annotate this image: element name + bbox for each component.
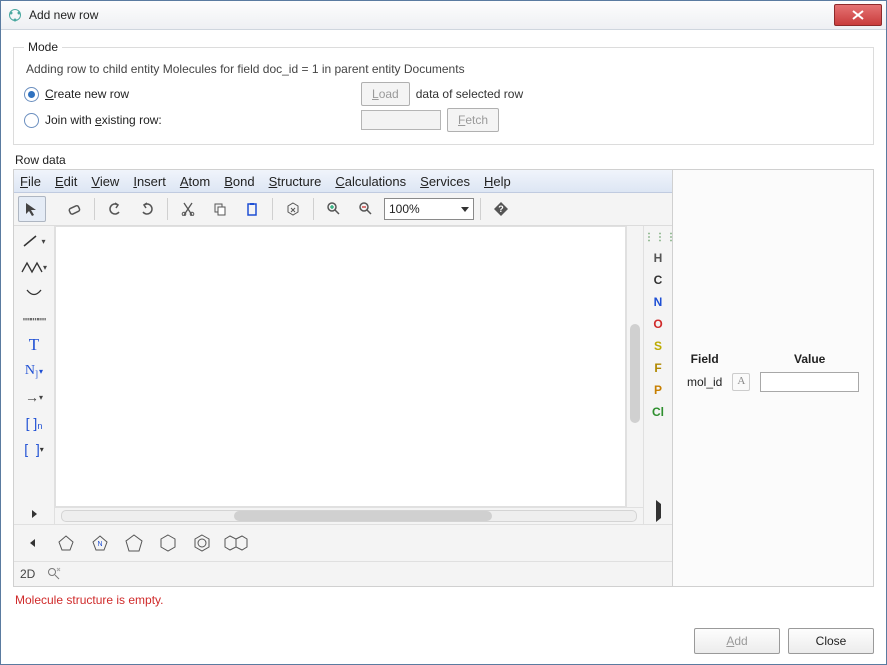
- toolbar: 100% ?: [14, 193, 672, 226]
- svg-text:?: ?: [498, 204, 504, 214]
- client-area: Mode Adding row to child entity Molecule…: [1, 30, 886, 664]
- element-expand-icon[interactable]: [644, 504, 672, 518]
- cyclopentane-shape[interactable]: [54, 531, 78, 555]
- shape-bar: N: [14, 524, 672, 561]
- menu-atom[interactable]: Atom: [180, 174, 210, 189]
- add-button[interactable]: Add: [694, 628, 780, 654]
- canvas-area: [55, 226, 643, 524]
- menu-insert[interactable]: Insert: [133, 174, 166, 189]
- menu-help[interactable]: Help: [484, 174, 511, 189]
- arrow-tool[interactable]: → ▾: [19, 386, 49, 408]
- clean-tool[interactable]: [279, 196, 307, 222]
- menubar: File Edit View Insert Atom Bond Structur…: [14, 170, 672, 193]
- editor-body: ▾ ▾ ┉┉┉ T N]▾ → ▾ [ ]n [ ] ▾: [14, 226, 672, 524]
- bond-single-tool[interactable]: ▾: [19, 230, 49, 252]
- copy-button[interactable]: [206, 196, 234, 222]
- element-P[interactable]: P: [644, 383, 672, 397]
- mol-id-input[interactable]: [760, 372, 859, 392]
- select-tool[interactable]: [18, 196, 46, 222]
- cut-button[interactable]: [174, 196, 202, 222]
- status-2d: 2D: [20, 567, 35, 581]
- close-button[interactable]: Close: [788, 628, 874, 654]
- element-F[interactable]: F: [644, 361, 672, 375]
- menu-edit[interactable]: Edit: [55, 174, 77, 189]
- left-palette: ▾ ▾ ┉┉┉ T N]▾ → ▾ [ ]n [ ] ▾: [14, 226, 55, 524]
- zoom-in-button[interactable]: [320, 196, 348, 222]
- radio-create-row-label[interactable]: Create new row: [45, 87, 305, 101]
- name-tool[interactable]: N]▾: [19, 360, 49, 382]
- app-icon: [7, 7, 23, 23]
- hexagon-shape[interactable]: [156, 531, 180, 555]
- eraser-tool[interactable]: [60, 196, 88, 222]
- side-panel: Field Value mol_id A: [673, 170, 873, 586]
- menu-calculations[interactable]: Calculations: [335, 174, 406, 189]
- col-field: Field: [683, 350, 726, 368]
- brackets-tool[interactable]: [ ] ▾: [19, 438, 49, 460]
- editor-main: File Edit View Insert Atom Bond Structur…: [14, 170, 673, 586]
- chain-tool[interactable]: ▾: [19, 256, 49, 278]
- benzene-shape[interactable]: [190, 531, 214, 555]
- redo-button[interactable]: [133, 196, 161, 222]
- mode-legend: Mode: [24, 40, 62, 54]
- mode-group: Mode Adding row to child entity Molecule…: [13, 40, 874, 145]
- cyclopentane-N-shape[interactable]: N: [88, 531, 112, 555]
- window-title: Add new row: [29, 8, 834, 22]
- join-value-input: [361, 110, 441, 130]
- radio-join-row[interactable]: [24, 113, 39, 128]
- pentagon-shape[interactable]: [122, 531, 146, 555]
- menu-bond[interactable]: Bond: [224, 174, 254, 189]
- rowdata-label: Row data: [15, 153, 874, 167]
- molecule-canvas[interactable]: [55, 226, 626, 507]
- text-tool[interactable]: T: [19, 334, 49, 356]
- brackets-n-tool[interactable]: [ ]n: [19, 412, 49, 434]
- mode-description: Adding row to child entity Molecules for…: [26, 62, 863, 76]
- arc-tool[interactable]: [19, 282, 49, 304]
- svg-text:N: N: [97, 541, 102, 548]
- footer: Add Close: [13, 618, 874, 654]
- fused-ring-shape[interactable]: [224, 531, 248, 555]
- error-message: Molecule structure is empty.: [15, 593, 874, 607]
- element-O[interactable]: O: [644, 317, 672, 331]
- element-H[interactable]: H: [644, 251, 672, 265]
- element-C[interactable]: C: [644, 273, 672, 287]
- element-Cl[interactable]: Cl: [644, 405, 672, 419]
- fetch-button[interactable]: Fetch: [447, 108, 499, 132]
- editor-status: 2D: [14, 561, 672, 586]
- col-value: Value: [756, 350, 863, 368]
- shape-expand-left[interactable]: [20, 531, 44, 555]
- titlebar: Add new row: [1, 1, 886, 30]
- menu-services[interactable]: Services: [420, 174, 470, 189]
- zoom-combo[interactable]: 100%: [384, 198, 474, 220]
- vertical-scrollbar[interactable]: [626, 226, 643, 507]
- dialog-window: Add new row Mode Adding row to child ent…: [0, 0, 887, 665]
- window-close-button[interactable]: [834, 4, 882, 26]
- radio-join-row-label[interactable]: Join with existing row:: [45, 113, 305, 127]
- paste-button[interactable]: [238, 196, 266, 222]
- element-palette: ⋮⋮⋮ H C N O S F P Cl: [643, 226, 672, 524]
- help-icon[interactable]: ?: [487, 196, 515, 222]
- table-row: mol_id A: [683, 370, 863, 394]
- periodic-table-button[interactable]: ⋮⋮⋮: [644, 232, 672, 243]
- status-search-icon[interactable]: [47, 567, 61, 581]
- menu-file[interactable]: File: [20, 174, 41, 189]
- field-table: Field Value mol_id A: [681, 348, 865, 396]
- palette-expand-icon[interactable]: [28, 508, 40, 520]
- field-name: mol_id: [687, 375, 722, 389]
- zoom-out-button[interactable]: [352, 196, 380, 222]
- menu-structure[interactable]: Structure: [269, 174, 322, 189]
- undo-button[interactable]: [101, 196, 129, 222]
- load-button[interactable]: Load: [361, 82, 410, 106]
- element-N[interactable]: N: [644, 295, 672, 309]
- horizontal-scrollbar[interactable]: [55, 507, 643, 524]
- menu-view[interactable]: View: [91, 174, 119, 189]
- radio-create-row[interactable]: [24, 87, 39, 102]
- text-type-icon: A: [732, 373, 750, 391]
- load-hint: data of selected row: [416, 87, 523, 101]
- element-S[interactable]: S: [644, 339, 672, 353]
- zoom-value: 100%: [389, 202, 420, 216]
- ruler-tool[interactable]: ┉┉┉: [19, 308, 49, 330]
- editor-frame: File Edit View Insert Atom Bond Structur…: [13, 169, 874, 587]
- chevron-down-icon: [461, 207, 469, 212]
